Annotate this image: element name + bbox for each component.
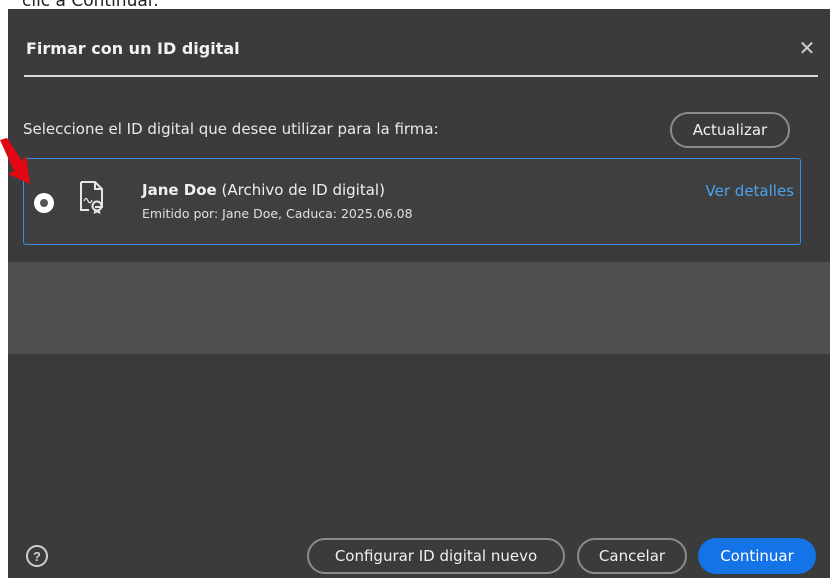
radio-dot — [40, 199, 48, 207]
refresh-button[interactable]: Actualizar — [670, 112, 790, 148]
dialog-title: Firmar con un ID digital — [26, 39, 240, 58]
configure-new-id-button[interactable]: Configurar ID digital nuevo — [307, 538, 565, 574]
digital-id-issuer: Emitido por: Jane Doe, Caduca: 2025.06.0… — [142, 206, 413, 221]
sign-with-digital-id-dialog: Firmar con un ID digital ✕ Seleccione el… — [8, 9, 830, 578]
certificate-icon — [80, 181, 103, 214]
cancel-button[interactable]: Cancelar — [577, 538, 687, 574]
digital-id-title: Jane Doe (Archivo de ID digital) — [142, 181, 385, 199]
digital-id-option[interactable]: Jane Doe (Archivo de ID digital) Emitido… — [23, 158, 801, 245]
continue-button[interactable]: Continuar — [698, 538, 816, 574]
select-id-prompt: Seleccione el ID digital que desee utili… — [23, 120, 439, 138]
close-icon[interactable]: ✕ — [796, 38, 818, 60]
help-icon[interactable]: ? — [26, 545, 48, 567]
empty-list-area — [8, 262, 830, 354]
title-divider — [24, 75, 818, 77]
view-details-link[interactable]: Ver detalles — [706, 182, 794, 200]
tutorial-caption: clic a Continuar. — [22, 0, 159, 9]
digital-id-type: (Archivo de ID digital) — [221, 181, 385, 199]
digital-id-name: Jane Doe — [142, 181, 217, 199]
digital-id-radio[interactable] — [34, 193, 54, 213]
annotation-arrow — [0, 138, 30, 184]
